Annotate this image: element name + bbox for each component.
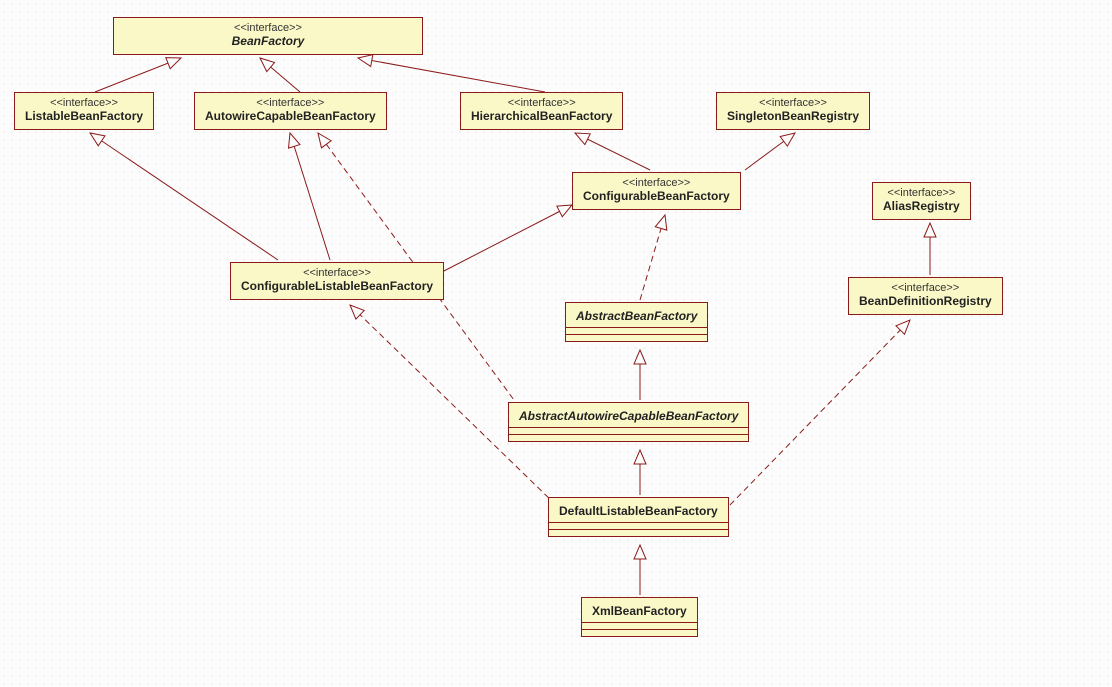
class-name: AbstractAutowireCapableBeanFactory bbox=[519, 407, 738, 427]
class-name: ConfigurableListableBeanFactory bbox=[241, 279, 433, 293]
compartment bbox=[549, 522, 728, 529]
compartment bbox=[566, 327, 707, 334]
stereotype-label: <<interface>> bbox=[205, 97, 376, 109]
stereotype-label: <<interface>> bbox=[859, 282, 992, 294]
node-bean-definition-registry[interactable]: <<interface>> BeanDefinitionRegistry bbox=[848, 277, 1003, 315]
class-name: BeanDefinitionRegistry bbox=[859, 294, 992, 308]
node-abstract-autowire-capable-bean-factory[interactable]: AbstractAutowireCapableBeanFactory bbox=[508, 402, 749, 442]
class-name: ConfigurableBeanFactory bbox=[583, 189, 730, 203]
compartment bbox=[582, 622, 697, 629]
class-name: DefaultListableBeanFactory bbox=[559, 502, 718, 522]
stereotype-label: <<interface>> bbox=[727, 97, 859, 109]
class-name: ListableBeanFactory bbox=[25, 109, 143, 123]
stereotype-label: <<interface>> bbox=[124, 22, 412, 34]
node-singleton-bean-registry[interactable]: <<interface>> SingletonBeanRegistry bbox=[716, 92, 870, 130]
class-name: AliasRegistry bbox=[883, 199, 960, 213]
stereotype-label: <<interface>> bbox=[883, 187, 960, 199]
node-bean-factory[interactable]: <<interface>> BeanFactory bbox=[113, 17, 423, 55]
node-hierarchical-bean-factory[interactable]: <<interface>> HierarchicalBeanFactory bbox=[460, 92, 623, 130]
stereotype-label: <<interface>> bbox=[583, 177, 730, 189]
class-name: HierarchicalBeanFactory bbox=[471, 109, 612, 123]
compartment bbox=[566, 334, 707, 341]
node-listable-bean-factory[interactable]: <<interface>> ListableBeanFactory bbox=[14, 92, 154, 130]
stereotype-label: <<interface>> bbox=[471, 97, 612, 109]
stereotype-label: <<interface>> bbox=[25, 97, 143, 109]
node-alias-registry[interactable]: <<interface>> AliasRegistry bbox=[872, 182, 971, 220]
class-name: AbstractBeanFactory bbox=[576, 307, 697, 327]
node-configurable-bean-factory[interactable]: <<interface>> ConfigurableBeanFactory bbox=[572, 172, 741, 210]
compartment bbox=[509, 427, 748, 434]
node-abstract-bean-factory[interactable]: AbstractBeanFactory bbox=[565, 302, 708, 342]
class-name: SingletonBeanRegistry bbox=[727, 109, 859, 123]
class-name: AutowireCapableBeanFactory bbox=[205, 109, 376, 123]
class-name: XmlBeanFactory bbox=[592, 602, 687, 622]
node-autowire-capable-bean-factory[interactable]: <<interface>> AutowireCapableBeanFactory bbox=[194, 92, 387, 130]
node-configurable-listable-bean-factory[interactable]: <<interface>> ConfigurableListableBeanFa… bbox=[230, 262, 444, 300]
stereotype-label: <<interface>> bbox=[241, 267, 433, 279]
node-default-listable-bean-factory[interactable]: DefaultListableBeanFactory bbox=[548, 497, 729, 537]
node-xml-bean-factory[interactable]: XmlBeanFactory bbox=[581, 597, 698, 637]
compartment bbox=[509, 434, 748, 441]
class-name: BeanFactory bbox=[124, 34, 412, 48]
compartment bbox=[549, 529, 728, 536]
compartment bbox=[582, 629, 697, 636]
